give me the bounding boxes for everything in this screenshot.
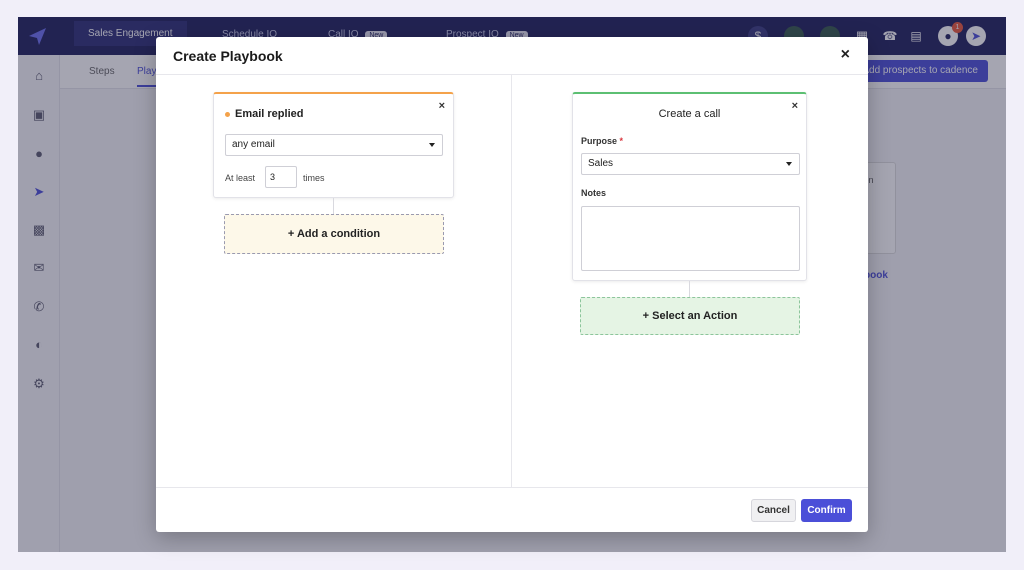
add-condition-button[interactable]: + Add a condition: [224, 214, 444, 254]
connector-line: [333, 198, 334, 214]
purpose-select[interactable]: Sales: [581, 153, 800, 175]
trigger-title: Email replied: [235, 108, 304, 120]
purpose-label: Purpose *: [581, 136, 623, 146]
caret-down-icon: [786, 162, 792, 166]
modal-footer: Cancel Confirm: [156, 487, 868, 532]
purpose-select-value: Sales: [588, 158, 614, 169]
modal-header: Create Playbook ×: [156, 37, 868, 75]
connector-line: [689, 281, 690, 297]
notes-textarea[interactable]: [581, 206, 800, 271]
email-select[interactable]: any email: [225, 134, 443, 156]
required-mark: *: [619, 136, 624, 146]
times-label: times: [303, 173, 325, 183]
modal-title: Create Playbook: [173, 48, 283, 64]
action-title: Create a call: [658, 108, 721, 120]
times-count-input[interactable]: [265, 166, 297, 188]
modal-close-icon[interactable]: ×: [841, 46, 850, 64]
notes-label: Notes: [581, 188, 607, 198]
purpose-label-text: Purpose: [581, 136, 618, 146]
caret-down-icon: [429, 143, 435, 147]
column-divider: [511, 75, 512, 487]
action-card: Create a call × Purpose * Sales Notes: [572, 92, 807, 281]
cancel-button[interactable]: Cancel: [751, 499, 796, 522]
confirm-button[interactable]: Confirm: [801, 499, 852, 522]
select-action-button[interactable]: + Select an Action: [580, 297, 800, 335]
create-playbook-modal: Create Playbook × Email replied × any em…: [156, 37, 868, 532]
trigger-close-icon[interactable]: ×: [439, 100, 445, 112]
at-least-label: At least: [225, 173, 256, 183]
trigger-status-dot: [225, 112, 230, 117]
action-close-icon[interactable]: ×: [792, 100, 798, 112]
email-select-value: any email: [232, 139, 275, 150]
trigger-card: Email replied × any email At least times: [213, 92, 454, 198]
